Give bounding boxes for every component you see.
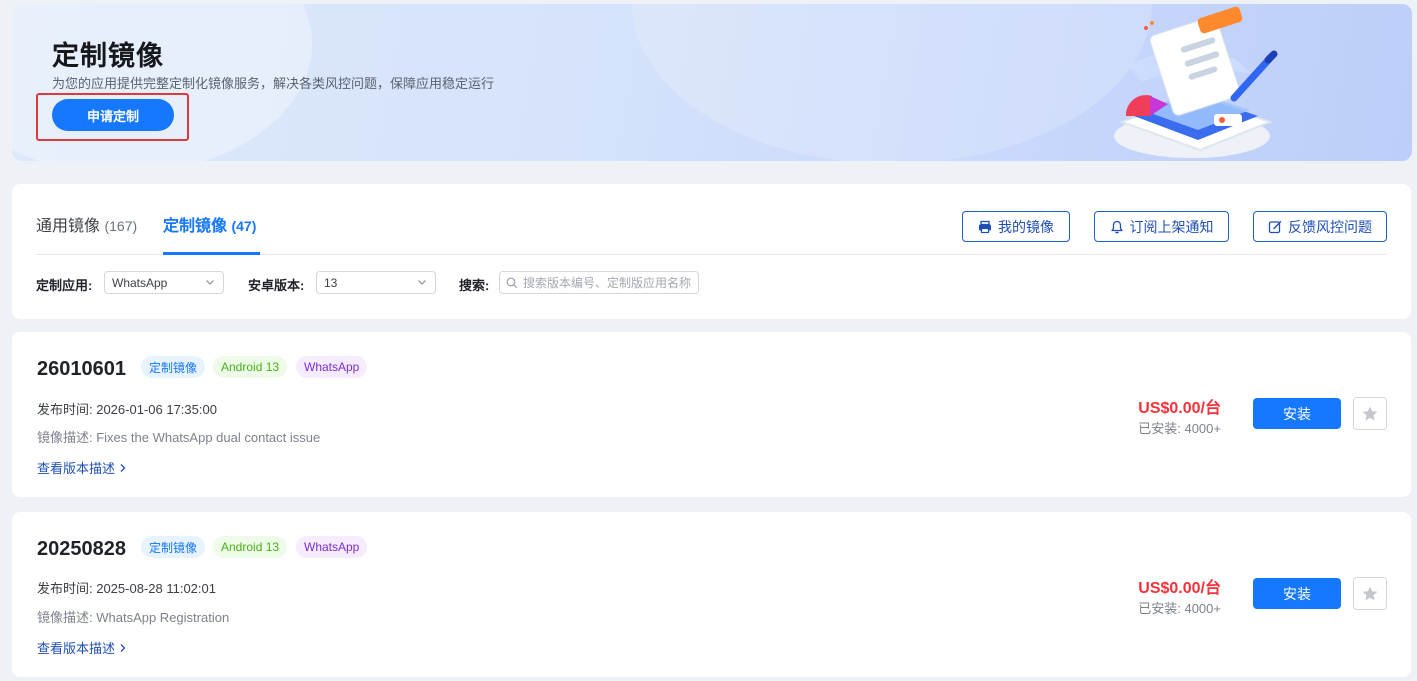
tab-label: 定制镜像 xyxy=(163,218,228,235)
document-illustration-icon xyxy=(1114,6,1278,158)
install-button[interactable]: 安装 xyxy=(1253,578,1341,609)
android-tag: Android 13 xyxy=(213,356,288,378)
tab-custom-images[interactable]: 定制镜像 (47) xyxy=(163,212,256,236)
tab-general-images[interactable]: 通用镜像 (167) xyxy=(36,212,137,236)
page-subtitle: 为您的应用提供完整定制化镜像服务，解决各类风控问题，保障应用稳定运行 xyxy=(52,76,495,91)
price: US$0.00/台 xyxy=(1138,400,1221,417)
version-number: 26010601 xyxy=(37,358,126,380)
install-count: 已安装: 4000+ xyxy=(1138,601,1221,616)
image-description: 镜像描述: WhatsApp Registration xyxy=(37,610,230,625)
button-label: 我的镜像 xyxy=(998,218,1054,235)
subscribe-notification-button[interactable]: 订阅上架通知 xyxy=(1094,211,1229,242)
version-number: 20250828 xyxy=(37,538,126,560)
app-select-value: WhatsApp xyxy=(112,275,168,290)
chevron-right-icon xyxy=(120,464,126,472)
search-input[interactable] xyxy=(523,275,693,290)
tab-count: (47) xyxy=(231,218,257,234)
type-tag: 定制镜像 xyxy=(141,356,206,378)
star-icon xyxy=(1362,586,1378,600)
feedback-risk-button[interactable]: 反馈风控问题 xyxy=(1253,211,1387,242)
link-label: 查看版本描述 xyxy=(37,641,116,656)
type-tag: 定制镜像 xyxy=(141,536,206,558)
tab-count: (167) xyxy=(104,218,138,234)
button-label: 反馈风控问题 xyxy=(1288,218,1372,235)
app-tag: WhatsApp xyxy=(296,356,368,378)
android-version-value: 13 xyxy=(324,275,338,290)
my-images-button[interactable]: 我的镜像 xyxy=(962,211,1070,242)
page-title: 定制镜像 xyxy=(52,41,164,71)
price: US$0.00/台 xyxy=(1138,580,1221,597)
filter-panel: 通用镜像 (167) 定制镜像 (47) 我的镜像 订阅上架通知 反馈风控问题 … xyxy=(12,184,1411,319)
view-version-link[interactable]: 查看版本描述 xyxy=(37,458,127,477)
star-icon xyxy=(1362,406,1378,420)
android-tag: Android 13 xyxy=(213,536,288,558)
image-card: 26010601 定制镜像 Android 13 WhatsApp 发布时间: … xyxy=(12,332,1411,497)
view-version-link[interactable]: 查看版本描述 xyxy=(37,638,127,657)
favorite-button[interactable] xyxy=(1353,397,1387,430)
search-icon xyxy=(506,277,518,288)
app-select[interactable]: WhatsApp xyxy=(104,271,224,294)
image-card: 20250828 定制镜像 Android 13 WhatsApp 发布时间: … xyxy=(12,512,1411,677)
edit-icon xyxy=(1268,220,1282,233)
apply-custom-button[interactable]: 申请定制 xyxy=(52,99,174,131)
printer-icon xyxy=(979,220,991,233)
tab-label: 通用镜像 xyxy=(36,218,101,235)
install-count: 已安装: 4000+ xyxy=(1138,421,1221,436)
image-description: 镜像描述: Fixes the WhatsApp dual contact is… xyxy=(37,430,321,445)
chevron-right-icon xyxy=(120,644,126,652)
release-date: 发布时间: 2025-08-28 11:02:01 xyxy=(37,581,216,596)
install-button[interactable]: 安装 xyxy=(1253,398,1341,429)
button-label: 订阅上架通知 xyxy=(1129,218,1214,235)
chevron-down-icon xyxy=(418,280,426,285)
favorite-button[interactable] xyxy=(1353,577,1387,610)
app-filter-label: 定制应用: xyxy=(36,278,93,293)
link-label: 查看版本描述 xyxy=(37,461,116,476)
app-tag: WhatsApp xyxy=(296,536,368,558)
bell-icon xyxy=(1110,220,1123,233)
android-version-select[interactable]: 13 xyxy=(316,271,436,294)
release-date: 发布时间: 2026-01-06 17:35:00 xyxy=(37,402,217,417)
banner-decoration xyxy=(632,4,1152,161)
search-label: 搜索: xyxy=(459,278,490,293)
active-tab-indicator xyxy=(163,252,260,255)
chevron-down-icon xyxy=(206,280,214,285)
search-box[interactable] xyxy=(499,271,699,294)
android-version-label: 安卓版本: xyxy=(248,278,305,293)
hero-banner: 定制镜像 为您的应用提供完整定制化镜像服务，解决各类风控问题，保障应用稳定运行 … xyxy=(12,4,1412,161)
